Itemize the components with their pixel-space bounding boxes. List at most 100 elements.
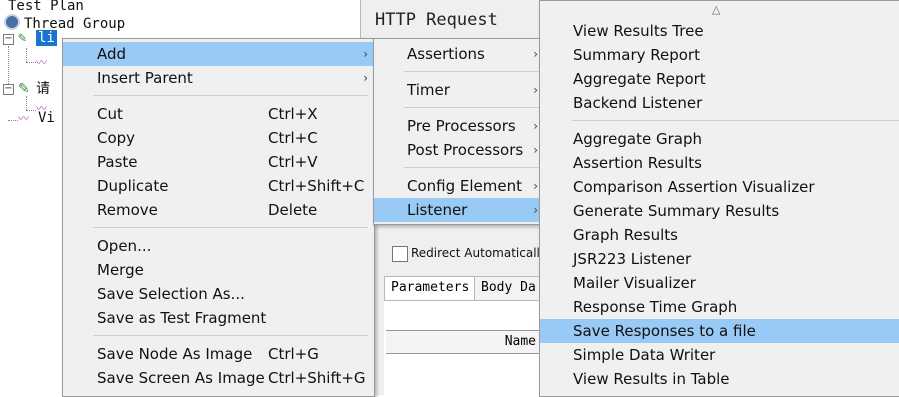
- menu-item-save-responses-to-file[interactable]: Save Responses to a file: [540, 319, 899, 343]
- menu-item-label: Timer: [407, 81, 450, 99]
- menu-item-save-node-as-image[interactable]: Save Node As Image Ctrl+G: [63, 342, 374, 366]
- menu-item-cut[interactable]: Cut Ctrl+X: [63, 102, 374, 126]
- menu-item-assertion-results[interactable]: Assertion Results: [540, 151, 899, 175]
- menu-item-save-screen-as-image[interactable]: Save Screen As Image Ctrl+Shift+G: [63, 366, 374, 390]
- menu-item-label: Merge: [97, 261, 144, 279]
- pen-icon: ✎: [18, 81, 30, 97]
- menu-item-shortcut: Ctrl+Shift+G: [268, 369, 366, 387]
- menu-item-backend-listener[interactable]: Backend Listener: [540, 91, 899, 115]
- menu-item-shortcut: Ctrl+V: [268, 153, 318, 171]
- tab-parameters[interactable]: Parameters: [384, 276, 482, 301]
- menu-item-assertions[interactable]: Assertions ›: [374, 42, 544, 66]
- menu-item-label: Save Responses to a file: [573, 322, 756, 340]
- menu-item-copy[interactable]: Copy Ctrl+C: [63, 126, 374, 150]
- chevron-right-icon: ›: [533, 47, 538, 61]
- menu-item-save-as-test-fragment[interactable]: Save as Test Fragment: [63, 306, 374, 330]
- tree-node-view-results[interactable]: 〰 Vi: [18, 110, 55, 126]
- tree-node-label: Vi: [38, 110, 55, 126]
- menu-item-generate-summary-results[interactable]: Generate Summary Results: [540, 199, 899, 223]
- menu-item-label: Comparison Assertion Visualizer: [573, 178, 815, 196]
- menu-separator: [404, 71, 540, 72]
- menu-item-duplicate[interactable]: Duplicate Ctrl+Shift+C: [63, 174, 374, 198]
- menu-item-post-processors[interactable]: Post Processors ›: [374, 138, 544, 162]
- menu-separator: [93, 95, 368, 96]
- menu-separator: [93, 335, 368, 336]
- menu-item-label: Save Node As Image: [97, 345, 253, 363]
- tree-node-sampler[interactable]: ✎ li: [18, 30, 57, 46]
- menu-separator: [404, 167, 540, 168]
- collapse-icon[interactable]: −: [3, 84, 14, 95]
- chevron-right-icon: ›: [533, 203, 538, 217]
- menu-separator: [572, 120, 899, 121]
- menu-item-view-results-tree[interactable]: View Results Tree: [540, 19, 899, 43]
- menu-item-simple-data-writer[interactable]: Simple Data Writer: [540, 343, 899, 367]
- menu-item-mailer-visualizer[interactable]: Mailer Visualizer: [540, 271, 899, 295]
- redirect-checkbox[interactable]: [392, 246, 408, 262]
- menu-item-shortcut: Ctrl+G: [268, 345, 319, 363]
- menu-item-label: Generate Summary Results: [573, 202, 780, 220]
- menu-item-view-results-in-table[interactable]: View Results in Table: [540, 367, 899, 391]
- chevron-right-icon: ›: [533, 179, 538, 193]
- menu-item-label: Response Time Graph: [573, 298, 738, 316]
- menu-item-label: Simple Data Writer: [573, 346, 716, 364]
- menu-item-label: Assertion Results: [573, 154, 702, 172]
- menu-item-label: Mailer Visualizer: [573, 274, 696, 292]
- chevron-right-icon: ›: [533, 83, 538, 97]
- menu-item-label: Config Element: [407, 177, 522, 195]
- menu-item-label: Add: [97, 45, 127, 63]
- menu-item-label: Cut: [97, 105, 123, 123]
- menu-item-remove[interactable]: Remove Delete: [63, 198, 374, 222]
- menu-item-label: Graph Results: [573, 226, 678, 244]
- menu-item-open[interactable]: Open...: [63, 234, 374, 258]
- menu-separator: [93, 227, 368, 228]
- menu-item-listener[interactable]: Listener ›: [374, 198, 544, 222]
- menu-item-merge[interactable]: Merge: [63, 258, 374, 282]
- tree-node-request[interactable]: ✎ 请: [18, 78, 50, 98]
- menu-item-label: Backend Listener: [573, 94, 703, 112]
- menu-item-insert-parent[interactable]: Insert Parent ›: [63, 66, 374, 90]
- menu-item-label: Save Selection As...: [97, 285, 245, 303]
- menu-item-label: Aggregate Report: [573, 70, 706, 88]
- table-header: Name: [386, 330, 542, 354]
- menu-item-paste[interactable]: Paste Ctrl+V: [63, 150, 374, 174]
- menu-item-aggregate-graph[interactable]: Aggregate Graph: [540, 127, 899, 151]
- menu-item-label: Duplicate: [97, 177, 169, 195]
- menu-item-label: View Results Tree: [573, 22, 704, 40]
- menu-item-label: Post Processors: [407, 141, 524, 159]
- panel-title: HTTP Request: [375, 10, 498, 30]
- menu-item-jsr223-listener[interactable]: JSR223 Listener: [540, 247, 899, 271]
- chevron-right-icon: ›: [363, 71, 368, 85]
- menu-item-comparison-assertion-visualizer[interactable]: Comparison Assertion Visualizer: [540, 175, 899, 199]
- chevron-right-icon: ›: [533, 143, 538, 157]
- menu-item-aggregate-report[interactable]: Aggregate Report: [540, 67, 899, 91]
- menu-item-add[interactable]: Add ›: [63, 42, 374, 66]
- menu-item-label: Open...: [97, 237, 152, 255]
- listener-submenu: △ View Results Tree Summary Report Aggre…: [539, 0, 899, 397]
- menu-item-label: Insert Parent: [97, 69, 193, 87]
- menu-item-label: Pre Processors: [407, 117, 516, 135]
- menu-item-config-element[interactable]: Config Element ›: [374, 174, 544, 198]
- collapse-icon[interactable]: −: [3, 34, 14, 45]
- menu-item-graph-results[interactable]: Graph Results: [540, 223, 899, 247]
- chevron-right-icon: ›: [533, 119, 538, 133]
- menu-item-label: Summary Report: [573, 46, 700, 64]
- tree-node-test-plan[interactable]: Test Plan: [8, 0, 84, 14]
- menu-item-shortcut: Delete: [268, 201, 318, 219]
- menu-item-timer[interactable]: Timer ›: [374, 78, 544, 102]
- menu-item-label: Save Screen As Image: [97, 369, 265, 387]
- menu-item-summary-report[interactable]: Summary Report: [540, 43, 899, 67]
- menu-item-label: Remove: [97, 201, 158, 219]
- pen-icon: ✎: [18, 30, 27, 46]
- menu-item-response-time-graph[interactable]: Response Time Graph: [540, 295, 899, 319]
- thread-group-icon: [4, 14, 20, 30]
- menu-item-label: Paste: [97, 153, 138, 171]
- context-menu: Add › Insert Parent › Cut Ctrl+X Copy Ct…: [62, 38, 375, 397]
- menu-item-save-selection-as[interactable]: Save Selection As...: [63, 282, 374, 306]
- scroll-up-icon[interactable]: △: [712, 3, 720, 16]
- menu-item-shortcut: Ctrl+C: [268, 129, 318, 147]
- menu-item-label: Assertions: [407, 45, 485, 63]
- menu-item-shortcut: Ctrl+Shift+C: [268, 177, 365, 195]
- menu-item-label: Listener: [407, 201, 468, 219]
- graph-icon: 〰: [36, 56, 47, 69]
- menu-item-pre-processors[interactable]: Pre Processors ›: [374, 114, 544, 138]
